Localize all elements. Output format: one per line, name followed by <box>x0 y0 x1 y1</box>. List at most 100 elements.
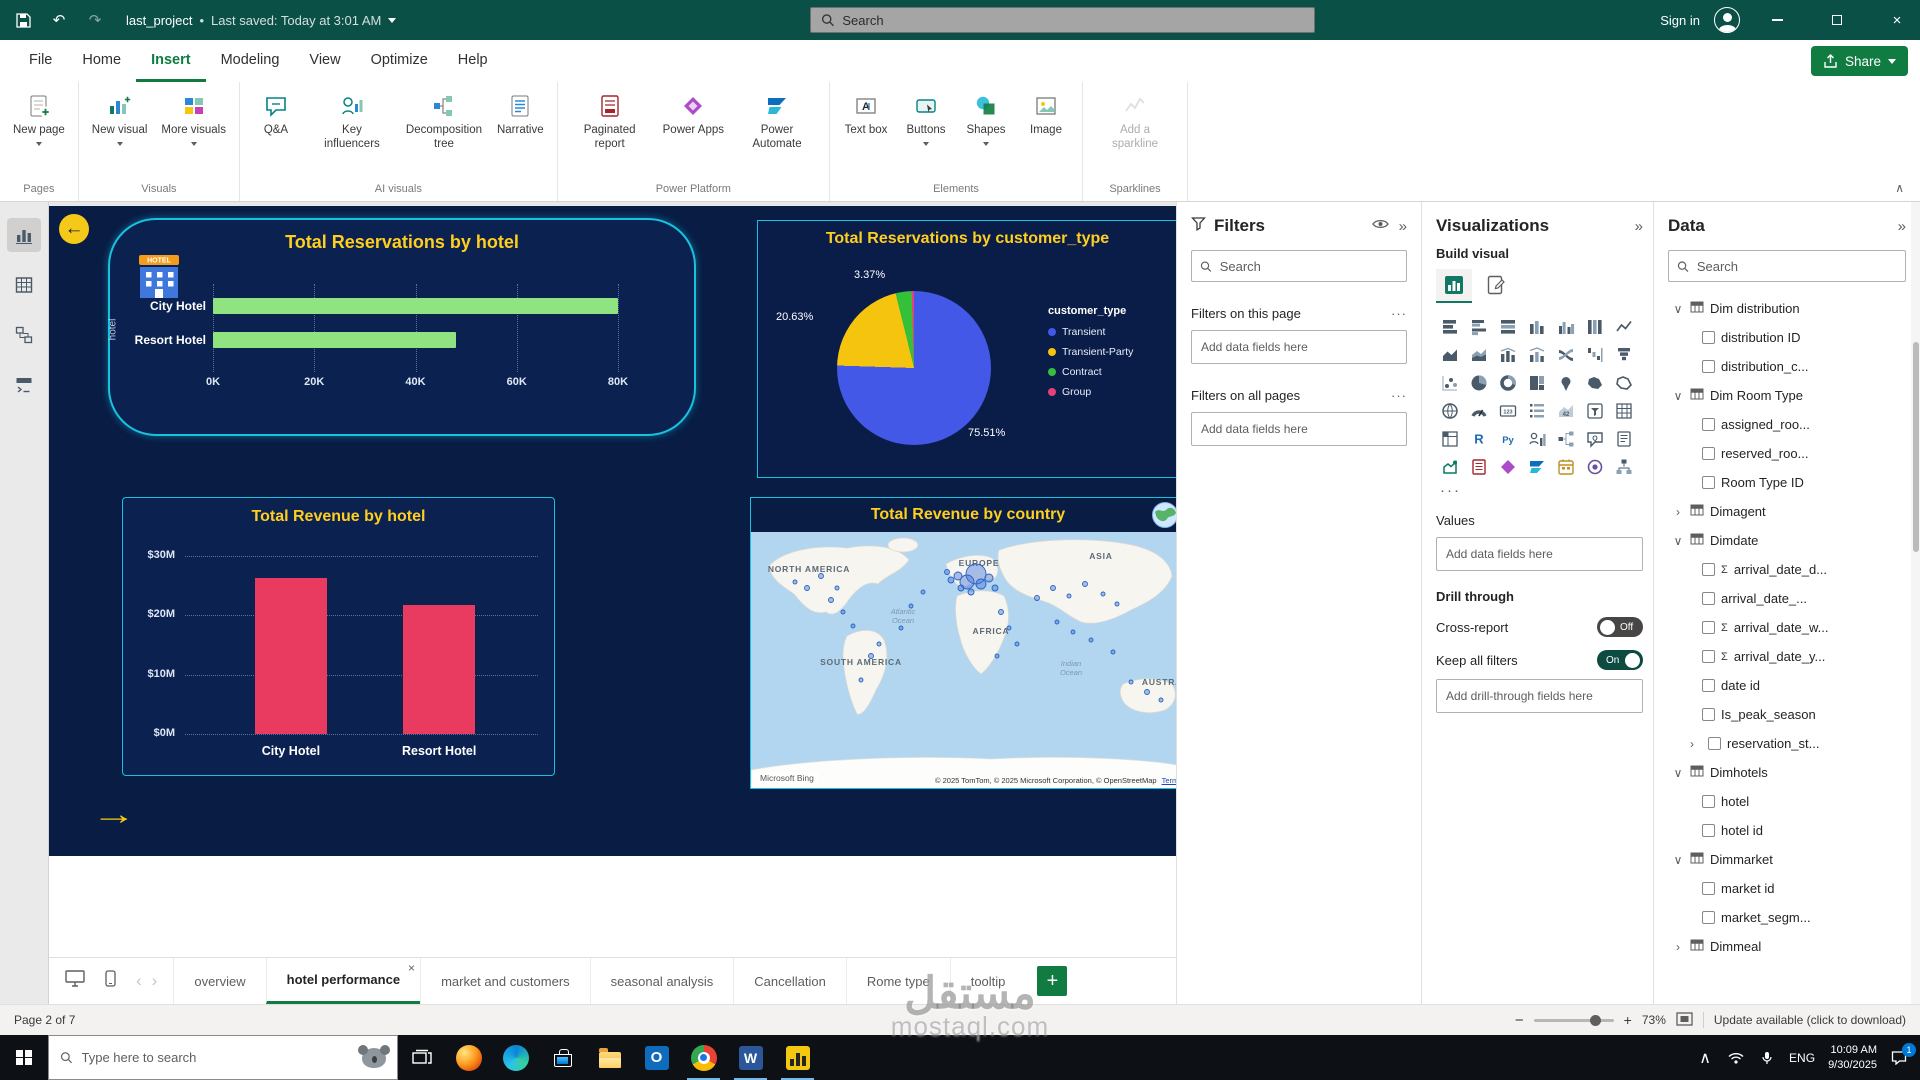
edge-icon[interactable] <box>492 1035 539 1080</box>
pie-chart[interactable] <box>837 291 991 445</box>
visual-total-revenue-by-hotel[interactable]: Total Revenue by hotel $0M$10M$20M$30MCi… <box>122 497 555 776</box>
visual-icon-line-stacked-column[interactable] <box>1494 341 1522 368</box>
collapse-pane-icon[interactable]: » <box>1898 218 1906 235</box>
table-dimhotels[interactable]: ∨Dimhotels <box>1668 758 1906 787</box>
chrome-icon[interactable] <box>680 1035 727 1080</box>
visual-icon-azure-map[interactable] <box>1436 397 1464 424</box>
taskbar-search-input[interactable] <box>82 1050 354 1065</box>
visual-icon-card[interactable]: 123 <box>1494 397 1522 424</box>
chevron-down-icon[interactable]: ∨ <box>1672 766 1684 780</box>
checkbox[interactable] <box>1702 331 1715 344</box>
model-view-icon[interactable] <box>7 318 41 352</box>
menu-help[interactable]: Help <box>443 40 503 82</box>
power-automate-button[interactable]: Power Automate <box>731 90 823 153</box>
keep-all-filters-toggle[interactable]: On <box>1597 650 1643 670</box>
more-options-icon[interactable]: ··· <box>1391 388 1407 403</box>
table-view-icon[interactable] <box>7 268 41 302</box>
checkbox[interactable] <box>1702 911 1715 924</box>
collapse-pane-icon[interactable]: » <box>1635 218 1643 235</box>
microphone-icon[interactable] <box>1758 1051 1776 1065</box>
field-market-segm[interactable]: market_segm... <box>1668 903 1906 932</box>
share-button[interactable]: Share <box>1811 46 1908 76</box>
close-button[interactable]: × <box>1874 0 1920 40</box>
avatar[interactable] <box>1714 7 1740 33</box>
shapes-button[interactable]: Shapes <box>956 90 1016 148</box>
page-tab-seasonal-analysis[interactable]: seasonal analysis <box>590 958 734 1004</box>
chevron-down-icon[interactable]: ∨ <box>1672 534 1684 548</box>
checkbox[interactable] <box>1702 447 1715 460</box>
legend-item-transient-party[interactable]: Transient-Party <box>1048 346 1174 358</box>
filters-search[interactable] <box>1191 250 1407 282</box>
visual-icon-power-apps[interactable] <box>1494 453 1522 480</box>
visual-icon-r-script[interactable]: R <box>1465 425 1493 452</box>
narrative-button[interactable]: Narrative <box>490 90 551 140</box>
visual-icon-treemap[interactable] <box>1523 369 1551 396</box>
undo-icon[interactable]: ↶ <box>48 9 70 31</box>
zoom-out-button[interactable]: − <box>1515 1012 1524 1029</box>
visual-icon-waterfall[interactable] <box>1581 341 1609 368</box>
visual-icon-matrix[interactable] <box>1436 425 1464 452</box>
field-market-id[interactable]: market id <box>1668 874 1906 903</box>
checkbox[interactable] <box>1702 563 1715 576</box>
field-reservation-st[interactable]: ›reservation_st... <box>1668 729 1906 758</box>
scrollbar-thumb[interactable] <box>1913 342 1919 552</box>
visual-icon-python[interactable]: Py <box>1494 425 1522 452</box>
visual-icon-arcgis[interactable] <box>1581 453 1609 480</box>
checkbox[interactable] <box>1702 679 1715 692</box>
collapse-ribbon-icon[interactable]: ∧ <box>1895 181 1904 195</box>
visual-icon-gauge[interactable] <box>1465 397 1493 424</box>
table-dimmarket[interactable]: ∨Dimmarket <box>1668 845 1906 874</box>
table-dim-room-type[interactable]: ∨Dim Room Type <box>1668 381 1906 410</box>
field-arrival-date-y[interactable]: Σarrival_date_y... <box>1668 642 1906 671</box>
menu-view[interactable]: View <box>294 40 355 82</box>
menu-modeling[interactable]: Modeling <box>206 40 295 82</box>
outlook-icon[interactable]: O <box>633 1035 680 1080</box>
checkbox[interactable] <box>1702 360 1715 373</box>
checkbox[interactable] <box>1702 708 1715 721</box>
page-tab-market-and-customers[interactable]: market and customers <box>420 958 590 1004</box>
back-button[interactable]: ← <box>59 214 89 244</box>
visual-icon-key-influencers[interactable] <box>1523 425 1551 452</box>
chevron-right-icon[interactable]: › <box>1672 505 1684 519</box>
checkbox[interactable] <box>1702 476 1715 489</box>
visual-icon-kpi[interactable]: 42 <box>1552 397 1580 424</box>
start-button[interactable] <box>0 1035 48 1080</box>
store-icon[interactable] <box>539 1035 586 1080</box>
field-assigned-roo[interactable]: assigned_roo... <box>1668 410 1906 439</box>
visual-icon-donut[interactable] <box>1494 369 1522 396</box>
visual-icon-qa[interactable]: Q <box>1581 425 1609 452</box>
redo-icon[interactable]: ↷ <box>84 9 106 31</box>
table-dimagent[interactable]: ›Dimagent <box>1668 497 1906 526</box>
visual-total-reservations-by-customer-type[interactable]: Total Reservations by customer_type 3.37… <box>757 220 1178 478</box>
chevron-down-icon[interactable]: ∨ <box>1672 302 1684 316</box>
eye-icon[interactable] <box>1372 217 1389 235</box>
filters-all-pages-dropzone[interactable]: Add data fields here <box>1191 412 1407 446</box>
next-tab-icon[interactable]: › <box>152 971 158 991</box>
visual-icon-shape-map[interactable] <box>1610 369 1638 396</box>
bar-city-hotel[interactable] <box>213 298 618 314</box>
visual-icon-area[interactable] <box>1436 341 1464 368</box>
field-hotel[interactable]: hotel <box>1668 787 1906 816</box>
menu-insert[interactable]: Insert <box>136 40 206 82</box>
scrollbar[interactable] <box>1911 202 1920 1004</box>
field-date-id[interactable]: date id <box>1668 671 1906 700</box>
paginated-report-button[interactable]: Paginated report <box>564 90 656 153</box>
visual-icon-map[interactable] <box>1552 369 1580 396</box>
chevron-right-icon[interactable]: › <box>1686 737 1698 751</box>
file-explorer-icon[interactable] <box>586 1035 633 1080</box>
field-arrival-date-d[interactable]: Σarrival_date_d... <box>1668 555 1906 584</box>
visual-icon-line[interactable] <box>1610 313 1638 340</box>
project-title[interactable]: last_project • Last saved: Today at 3:01… <box>126 13 396 28</box>
q-a-button[interactable]: Q&A <box>246 90 306 140</box>
maximize-button[interactable] <box>1814 0 1860 40</box>
field-arrival-date[interactable]: arrival_date_... <box>1668 584 1906 613</box>
firefox-icon[interactable] <box>445 1035 492 1080</box>
legend-item-transient[interactable]: Transient <box>1048 326 1174 338</box>
zoom-slider[interactable] <box>1534 1019 1614 1022</box>
action-center-icon[interactable]: 1 <box>1890 1050 1908 1065</box>
chevron-right-icon[interactable]: › <box>1672 940 1684 954</box>
save-icon[interactable] <box>12 9 34 31</box>
visual-icon-multi-row-card[interactable] <box>1523 397 1551 424</box>
checkbox[interactable] <box>1702 824 1715 837</box>
page-tab-tooltip[interactable]: tooltip <box>950 958 1026 1004</box>
